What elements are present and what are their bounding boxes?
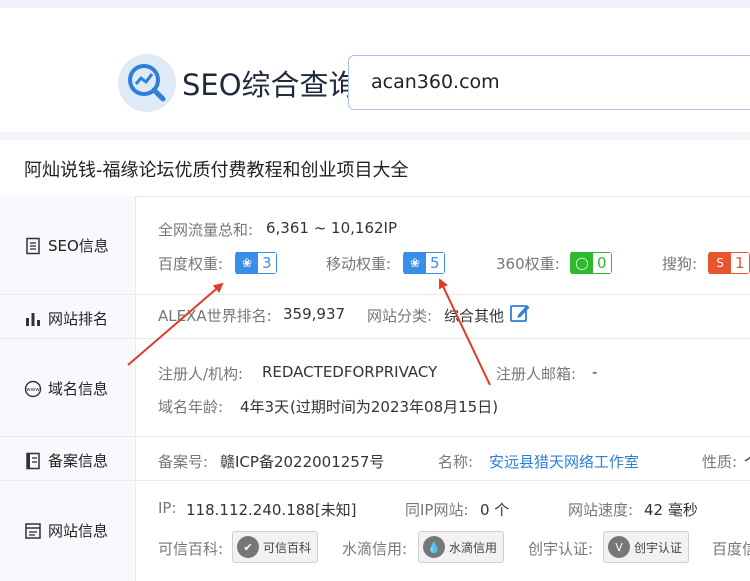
annotation-arrow-baidu (127, 282, 224, 366)
annotation-arrow-mobile (438, 278, 491, 386)
annotation-arrows (127, 278, 491, 386)
